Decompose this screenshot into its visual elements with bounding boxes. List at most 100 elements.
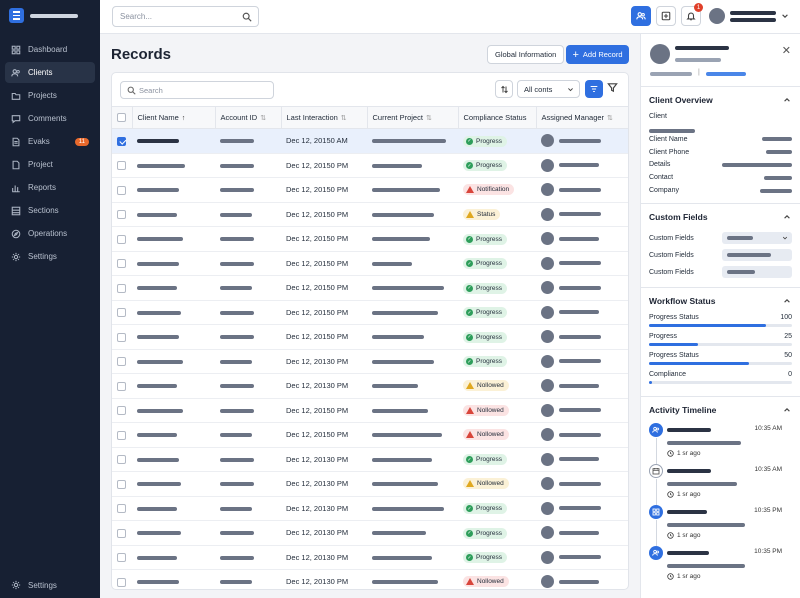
table-row[interactable]: Dec 12, 20130 PM Nollowed xyxy=(112,569,628,589)
select-all-header[interactable] xyxy=(112,106,132,129)
sidebar-item-evaks[interactable]: Evaks 11 xyxy=(5,131,95,152)
table-row[interactable]: Dec 12, 20150 PM Notification xyxy=(112,177,628,203)
row-select-cell[interactable] xyxy=(112,545,132,570)
row-select-cell[interactable] xyxy=(112,447,132,472)
client-name-cell[interactable] xyxy=(132,177,215,203)
row-select-cell[interactable] xyxy=(112,275,132,301)
row-select-cell[interactable] xyxy=(112,569,132,589)
chevron-up-icon[interactable] xyxy=(783,213,791,221)
client-name-cell[interactable] xyxy=(132,153,215,178)
client-name-cell[interactable] xyxy=(132,422,215,448)
notifications-button[interactable]: 1 xyxy=(681,3,703,26)
row-select-cell[interactable] xyxy=(112,398,132,423)
chevron-up-icon[interactable] xyxy=(783,96,791,104)
custom-field-input[interactable] xyxy=(722,266,792,279)
client-name-cell[interactable] xyxy=(132,520,215,546)
row-select-cell[interactable] xyxy=(112,349,132,374)
row-select-cell[interactable] xyxy=(112,300,132,325)
column-header[interactable]: Last Interaction ⇅ xyxy=(280,106,367,129)
row-select-cell[interactable] xyxy=(112,128,132,154)
client-name-cell[interactable] xyxy=(132,471,215,497)
filter-select[interactable]: All conts xyxy=(517,80,580,98)
chevron-up-icon[interactable] xyxy=(783,297,791,305)
table-row[interactable]: Dec 12, 20130 PM ✓ Progress xyxy=(112,349,628,374)
table-search-input[interactable] xyxy=(139,83,259,97)
sidebar-item-operations[interactable]: Operations xyxy=(5,223,95,244)
timeline-item[interactable]: 1 sr ago 10:35 AM xyxy=(641,463,792,505)
column-header[interactable]: Account ID ⇅ xyxy=(214,106,281,129)
row-select-cell[interactable] xyxy=(112,226,132,252)
row-select-cell[interactable] xyxy=(112,373,132,399)
row-select-cell[interactable] xyxy=(112,202,132,227)
timeline-item[interactable]: 1 sr ago 10:35 PM xyxy=(641,504,792,546)
sidebar-item-dashboard[interactable]: Dashboard xyxy=(5,39,95,60)
table-row[interactable]: Dec 12, 20150 PM ✓ Progress xyxy=(112,153,628,178)
table-row[interactable]: Dec 12, 20150 PM ✓ Progress xyxy=(112,275,628,301)
sidebar-settings-link[interactable]: Settings xyxy=(11,580,57,590)
table-row[interactable]: Dec 12, 20150 PM Nollowed xyxy=(112,398,628,423)
client-name-cell[interactable] xyxy=(132,398,215,423)
table-row[interactable]: Dec 12, 20150 AM ✓ Progress xyxy=(112,128,628,154)
row-select-cell[interactable] xyxy=(112,520,132,546)
client-name-cell[interactable] xyxy=(132,545,215,570)
client-name-cell[interactable] xyxy=(132,569,215,589)
global-search-input[interactable] xyxy=(113,7,233,26)
row-checkbox[interactable] xyxy=(117,234,126,244)
row-checkbox[interactable] xyxy=(117,136,126,146)
sidebar-item-clients[interactable]: Clients xyxy=(5,62,95,83)
sidebar-item-sections[interactable]: Sections xyxy=(5,200,95,221)
row-checkbox[interactable] xyxy=(117,185,126,195)
table-row[interactable]: Dec 12, 20130 PM ✓ Progress xyxy=(112,520,628,546)
row-select-cell[interactable] xyxy=(112,422,132,448)
sidebar-item-settings[interactable]: Settings xyxy=(5,246,95,267)
sort-button[interactable] xyxy=(495,80,513,98)
column-header[interactable]: Compliance Status xyxy=(457,106,536,129)
table-row[interactable]: Dec 12, 20150 PM ✓ Progress xyxy=(112,251,628,276)
client-name-cell[interactable] xyxy=(132,202,215,227)
row-select-cell[interactable] xyxy=(112,153,132,178)
table-row[interactable]: Dec 12, 20150 PM ✓ Progress xyxy=(112,226,628,252)
timeline-item[interactable]: 1 sr ago 10:35 PM xyxy=(641,545,792,587)
row-select-cell[interactable] xyxy=(112,471,132,497)
table-row[interactable]: Dec 12, 20130 PM ✓ Progress xyxy=(112,447,628,472)
row-checkbox[interactable] xyxy=(117,406,126,415)
table-row[interactable]: Dec 12, 20150 PM Status xyxy=(112,202,628,227)
row-checkbox[interactable] xyxy=(117,259,126,268)
row-checkbox[interactable] xyxy=(117,430,126,440)
client-name-cell[interactable] xyxy=(132,251,215,276)
row-checkbox[interactable] xyxy=(117,161,126,170)
search-icon[interactable] xyxy=(242,12,252,22)
client-name-cell[interactable] xyxy=(132,226,215,252)
row-checkbox[interactable] xyxy=(117,308,126,317)
add-widget-button[interactable] xyxy=(656,6,676,26)
row-select-cell[interactable] xyxy=(112,496,132,521)
sidebar-item-project[interactable]: Project xyxy=(5,154,95,175)
client-link-placeholder[interactable] xyxy=(706,72,746,76)
row-checkbox[interactable] xyxy=(117,455,126,464)
client-name-cell[interactable] xyxy=(132,275,215,301)
filter-button[interactable] xyxy=(607,82,619,94)
chevron-up-icon[interactable] xyxy=(783,406,791,414)
custom-field-input[interactable] xyxy=(722,249,792,262)
table-row[interactable]: Dec 12, 20130 PM Nollowed xyxy=(112,373,628,399)
row-checkbox[interactable] xyxy=(117,479,126,489)
table-row[interactable]: Dec 12, 20150 PM ✓ Progress xyxy=(112,300,628,325)
row-checkbox[interactable] xyxy=(117,528,126,538)
sidebar-item-reports[interactable]: Reports xyxy=(5,177,95,198)
select-all-checkbox[interactable] xyxy=(117,113,126,123)
row-select-cell[interactable] xyxy=(112,251,132,276)
custom-field-input[interactable] xyxy=(722,232,792,245)
row-checkbox[interactable] xyxy=(117,577,126,587)
client-name-cell[interactable] xyxy=(132,324,215,350)
row-checkbox[interactable] xyxy=(117,210,126,219)
column-header[interactable]: Current Project ⇅ xyxy=(366,106,458,129)
row-checkbox[interactable] xyxy=(117,504,126,513)
global-information-button[interactable]: Global Information xyxy=(487,45,565,64)
user-menu[interactable] xyxy=(709,8,789,24)
row-checkbox[interactable] xyxy=(117,283,126,293)
table-row[interactable]: Dec 12, 20130 PM ✓ Progress xyxy=(112,496,628,521)
timeline-item[interactable]: 1 sr ago 10:35 AM xyxy=(641,422,792,464)
table-row[interactable]: Dec 12, 20150 PM ✓ Progress xyxy=(112,324,628,350)
add-record-button[interactable]: + Add Record xyxy=(566,45,629,64)
table-row[interactable]: Dec 12, 20130 PM ✓ Progress xyxy=(112,545,628,570)
